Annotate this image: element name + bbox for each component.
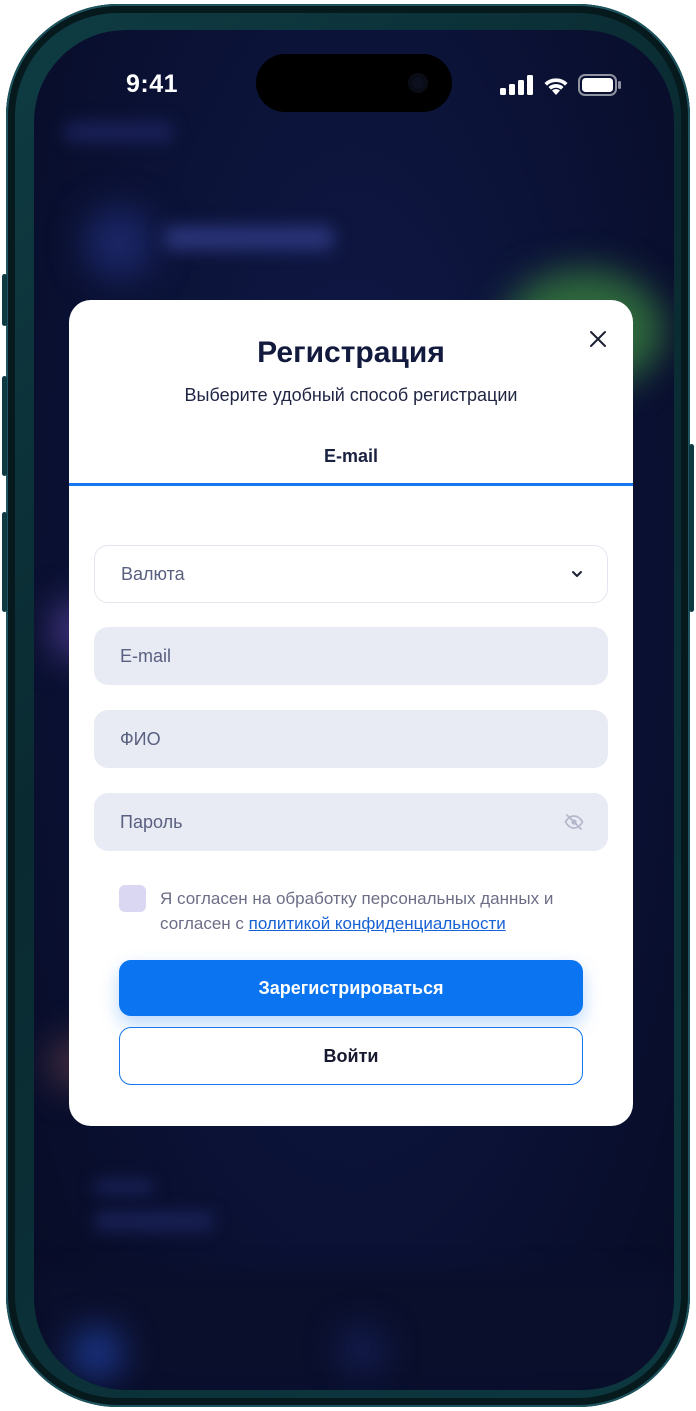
action-button	[2, 274, 7, 326]
eye-off-icon[interactable]	[564, 814, 584, 830]
currency-select[interactable]: Валюта	[94, 545, 608, 603]
full-name-field-placeholder: ФИО	[120, 728, 161, 749]
status-time: 9:41	[126, 70, 179, 98]
privacy-policy-link[interactable]: политикой конфиденциальности	[249, 914, 506, 933]
chevron-down-icon	[572, 571, 582, 577]
background-blur	[94, 1212, 214, 1230]
background-blur	[342, 1330, 382, 1370]
email-field[interactable]: E-mail	[94, 627, 608, 685]
dynamic-island	[256, 54, 452, 112]
background-blur	[34, 1270, 674, 1390]
volume-up-button	[2, 376, 7, 476]
login-button[interactable]: Войти	[119, 1027, 583, 1085]
registration-modal: Регистрация Выберите удобный способ реги…	[69, 300, 633, 1126]
modal-title: Регистрация	[257, 336, 445, 369]
cellular-signal-icon	[500, 75, 533, 95]
background-blur	[94, 1180, 154, 1194]
password-field-placeholder: Пароль	[120, 811, 183, 832]
full-name-field[interactable]: ФИО	[94, 710, 608, 768]
wifi-icon	[544, 77, 568, 95]
currency-select-value: Валюта	[121, 563, 185, 584]
tab-email[interactable]: E-mail	[69, 446, 633, 467]
status-icons	[500, 74, 622, 96]
battery-icon	[578, 74, 621, 96]
camera-icon	[408, 73, 428, 93]
consent-text: Я согласен на обработку персональных дан…	[160, 886, 600, 936]
consent-checkbox[interactable]	[119, 885, 146, 912]
modal-subtitle: Выберите удобный способ регистрации	[184, 385, 518, 405]
volume-down-button	[2, 512, 7, 612]
background-blur	[64, 122, 174, 142]
background-blur	[164, 226, 334, 250]
register-button[interactable]: Зарегистрироваться	[119, 960, 583, 1016]
tab-underline	[69, 483, 633, 486]
power-button	[689, 444, 694, 612]
password-field[interactable]: Пароль	[94, 793, 608, 851]
email-field-placeholder: E-mail	[120, 645, 172, 666]
background-blur	[84, 208, 154, 278]
background-blur	[74, 1330, 120, 1376]
